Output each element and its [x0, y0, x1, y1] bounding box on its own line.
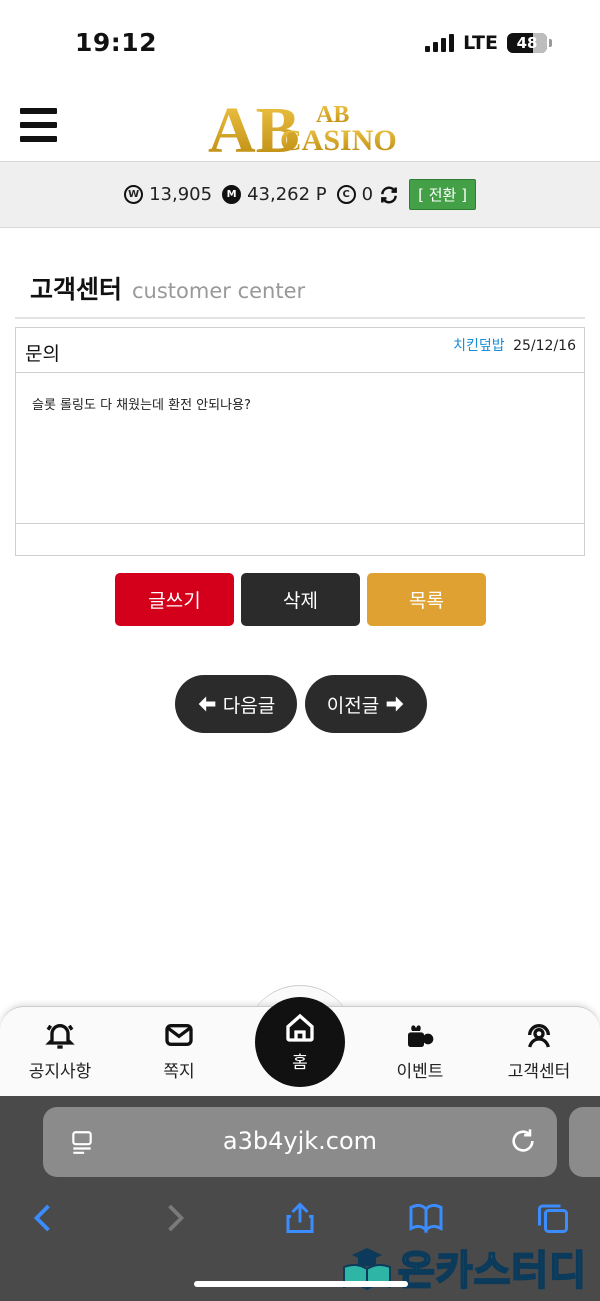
- watermark-text: 온카스터디: [397, 1247, 587, 1295]
- tab-support-label: 고객센터: [507, 1062, 571, 1082]
- post-actions: 글쓰기 삭제 목록: [115, 573, 486, 626]
- network-type: LTE: [463, 32, 498, 54]
- won-balance: 13,905: [149, 184, 213, 205]
- page-title-area: 고객센터 customer center: [30, 270, 305, 306]
- prev-post-label: 이전글: [326, 694, 380, 717]
- battery-icon: 48: [507, 33, 547, 53]
- tab-home-label: 홈: [292, 1052, 308, 1073]
- page-title: 고객센터: [30, 275, 123, 304]
- home-icon: [286, 1013, 314, 1042]
- status-indicators: LTE 48: [425, 32, 552, 54]
- address-bar[interactable]: a3b4yjk.com: [43, 1107, 557, 1177]
- tab-home[interactable]: 홈: [255, 997, 345, 1087]
- post-title: 문의: [25, 343, 60, 365]
- casino-balance: 0: [361, 184, 374, 205]
- gift-icon: [408, 1025, 434, 1047]
- next-tab-preview[interactable]: [569, 1107, 600, 1177]
- signal-icon: [425, 34, 455, 52]
- url-text[interactable]: a3b4yjk.com: [43, 1127, 557, 1155]
- post-body: 슬롯 롤링도 다 채웠는데 환전 안되나용?: [16, 373, 584, 524]
- mail-icon: [165, 1024, 193, 1046]
- won-coin-icon: W: [124, 185, 144, 204]
- post-view: 문의 치킨덮밥 25/12/16 슬롯 롤링도 다 채웠는데 환전 안되나용?: [15, 327, 585, 556]
- status-time: 19:12: [75, 28, 158, 57]
- refresh-icon[interactable]: [379, 185, 399, 205]
- tab-support[interactable]: 고객센터: [494, 1019, 584, 1082]
- tab-notice-label: 공지사항: [28, 1062, 92, 1082]
- casino-coin-icon: C: [336, 185, 356, 204]
- write-button[interactable]: 글쓰기: [115, 573, 234, 626]
- list-button[interactable]: 목록: [367, 573, 486, 626]
- post-author[interactable]: 치킨덮밥: [453, 338, 505, 354]
- next-post-button[interactable]: 다음글: [175, 675, 297, 733]
- reload-icon[interactable]: [509, 1127, 537, 1155]
- mileage-balance: 43,262 P: [247, 184, 327, 205]
- battery-level: 48: [516, 34, 538, 52]
- tab-event-label: 이벤트: [396, 1062, 444, 1082]
- next-post-label: 다음글: [222, 694, 276, 717]
- post-header: 문의 치킨덮밥 25/12/16: [16, 328, 584, 373]
- mileage-coin-icon: M: [222, 185, 242, 204]
- logo-text-bottom: CASINO: [280, 124, 396, 157]
- forward-icon[interactable]: [156, 1200, 192, 1236]
- delete-button[interactable]: 삭제: [241, 573, 360, 626]
- balance-bar: W 13,905 M 43,262 P C 0 [ 전환 ]: [0, 162, 600, 228]
- hamburger-menu-icon[interactable]: [20, 108, 57, 142]
- post-date: 25/12/16: [513, 338, 576, 354]
- watermark: 온카스터디: [340, 1238, 587, 1296]
- home-indicator[interactable]: [194, 1281, 408, 1287]
- tab-message[interactable]: 쪽지: [134, 1019, 224, 1082]
- page-subtitle: customer center: [132, 279, 306, 303]
- tab-message-label: 쪽지: [163, 1062, 195, 1082]
- ab-casino-logo[interactable]: AB AB CASINO: [206, 94, 396, 158]
- site-header: AB AB CASINO: [0, 88, 600, 162]
- headset-icon: [528, 1024, 550, 1048]
- back-icon[interactable]: [26, 1200, 62, 1236]
- prev-post-button[interactable]: 이전글: [305, 675, 427, 733]
- tab-notice[interactable]: 공지사항: [15, 1019, 105, 1082]
- bookmarks-icon[interactable]: [408, 1200, 444, 1236]
- status-bar: 19:12 LTE 48: [0, 0, 600, 88]
- battery-tip: [549, 39, 552, 47]
- bell-icon: [45, 1024, 75, 1049]
- share-icon[interactable]: [282, 1200, 318, 1236]
- convert-button[interactable]: [ 전환 ]: [409, 179, 476, 210]
- tab-event[interactable]: 이벤트: [375, 1019, 465, 1082]
- tabs-icon[interactable]: [535, 1200, 571, 1236]
- title-divider: [15, 317, 585, 319]
- arrow-right-icon: [386, 696, 404, 712]
- arrow-left-icon: [198, 696, 216, 712]
- post-meta: 치킨덮밥 25/12/16: [453, 335, 576, 355]
- post-navigation: 다음글 이전글: [175, 675, 427, 733]
